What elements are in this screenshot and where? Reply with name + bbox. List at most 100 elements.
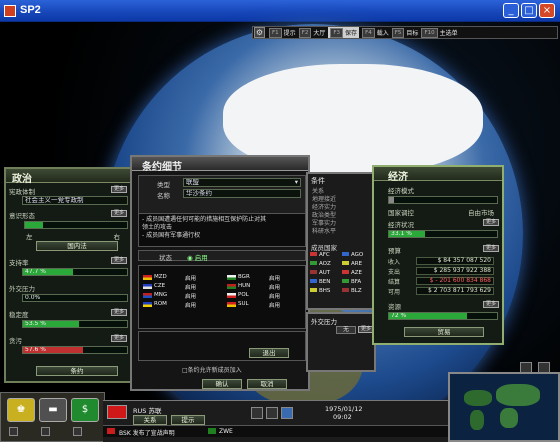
exit-treaty-button[interactable]: 退出 (249, 348, 289, 358)
military-toggle[interactable] (41, 427, 50, 436)
support-more-button[interactable]: 更多 (111, 257, 127, 264)
member-item[interactable]: MNG 启用 (143, 292, 221, 300)
minimap[interactable] (448, 362, 560, 442)
view-icon-2[interactable] (266, 407, 278, 419)
ticker-flag (107, 428, 115, 434)
country-code-grid[interactable]: AFC AGO AOZ ARE AUT AZE BEN BFA BHS BLZ (310, 252, 374, 306)
nation-name: 苏联 (148, 407, 162, 415)
allow-new-members-checkbox[interactable]: □条约允许新成员加入 (182, 365, 242, 374)
stability-more-button[interactable]: 更多 (111, 309, 127, 316)
politics-toggle[interactable] (9, 427, 18, 436)
title-bar: SP2 _ □ × (0, 0, 560, 22)
resources-more-button[interactable]: 更多 (483, 301, 499, 308)
diplo-pressure-panel: 外交压力 无 更多 (306, 312, 376, 372)
members-list[interactable]: MZD 启用 CZE 启用 MNG 启用 ROM 启用 BGR 启用 HUN 启用 POL 启用 SUL 启用 (138, 265, 306, 329)
confirm-button[interactable]: 确认 (202, 379, 242, 389)
member-status: 启用 (269, 285, 281, 291)
military-advisor-icon[interactable]: ▬ (39, 398, 67, 422)
treaty-status-radio[interactable]: ◉ 启用 (187, 252, 208, 262)
view-icon-1[interactable] (251, 407, 263, 419)
chevron-down-icon: ▾ (294, 178, 298, 186)
hotkey-save[interactable]: F3 保存 (328, 27, 360, 38)
system-value: 社会主义一党专政制 (22, 196, 128, 205)
econ-model-slider[interactable] (388, 196, 498, 204)
treaty-title: 条约细节 (142, 162, 182, 173)
hotkey-hint[interactable]: F1 提示 (269, 27, 296, 38)
hotkey-load[interactable]: F4 载入 (362, 27, 389, 38)
pressure-label: 外交压力 (9, 285, 35, 293)
ideology-slider[interactable] (24, 221, 128, 229)
ticker-flag-2 (208, 428, 216, 434)
country-code-item[interactable]: AZE (342, 270, 362, 276)
member-code: HUN (238, 283, 251, 289)
support-bar: 47.7 % (22, 268, 128, 276)
member-item[interactable]: MZD 启用 (143, 274, 221, 282)
econ-model-label: 经济模式 (388, 187, 414, 195)
country-flag-icon (342, 261, 349, 265)
member-item[interactable]: CZE 启用 (143, 283, 221, 291)
treaty-name-input[interactable]: 华沙条约 (183, 189, 301, 198)
hotkey-main-menu[interactable]: F10 主选单 (421, 27, 458, 38)
corruption-more-button[interactable]: 更多 (111, 335, 127, 342)
country-code-item[interactable]: AUT (310, 270, 330, 276)
country-code-item[interactable]: BFA (342, 279, 361, 285)
pressure-bar: 0.0% (22, 294, 128, 302)
member-item[interactable]: BGR 启用 (227, 274, 305, 282)
close-button[interactable]: × (539, 3, 555, 18)
country-code-item[interactable]: AGO (342, 252, 363, 258)
member-item[interactable]: HUN 启用 (227, 283, 305, 291)
econ-model-left: 国家调控 (388, 209, 414, 217)
treaty-type-select[interactable]: 联盟 ▾ (183, 178, 301, 187)
ideology-label: 意识形态 (9, 212, 35, 220)
system-more-button[interactable]: 更多 (111, 186, 127, 193)
econ-health-more-button[interactable]: 更多 (483, 219, 499, 226)
available-row: 可用 $ 2 703 871 793 629 (388, 287, 494, 296)
condition-item: 科研水平 (312, 228, 337, 235)
member-item[interactable]: SUL 启用 (227, 301, 305, 309)
country-code-item[interactable]: BHS (310, 288, 330, 294)
country-code-item[interactable]: BLZ (342, 288, 362, 294)
support-value: 47.7 % (25, 268, 46, 275)
country-flag-icon (310, 288, 317, 292)
balance-row: 结算 $ - 201 600 834 868 (388, 277, 494, 286)
hotkey-objectives[interactable]: F5 目标 (391, 27, 418, 38)
gear-icon[interactable]: ⚙ (254, 27, 265, 38)
politics-advisor-icon[interactable]: ♚ (7, 398, 35, 422)
member-status: 启用 (269, 294, 281, 300)
maximize-button[interactable]: □ (521, 3, 537, 18)
conditions-panel: 条件 关系 地理接近 经济实力 政治类型 军事实力 科研水平 成员国家 AFC AGO AOZ… (306, 172, 376, 310)
corruption-value: 57.6 % (25, 346, 46, 353)
minimap-btn-1[interactable] (520, 362, 532, 373)
trade-button[interactable]: 贸易 (404, 327, 484, 337)
cancel-button[interactable]: 取消 (247, 379, 287, 389)
member-item[interactable]: POL 启用 (227, 292, 305, 300)
ideology-more-button[interactable]: 更多 (111, 210, 127, 217)
country-code-item[interactable]: AOZ (310, 261, 331, 267)
budget-more-button[interactable]: 更多 (483, 245, 499, 252)
member-item[interactable]: ROM 启用 (143, 301, 221, 309)
member-code: MZD (154, 274, 167, 280)
minimize-button[interactable]: _ (503, 3, 519, 18)
resources-bar: 72 % (388, 312, 498, 320)
ideology-right: 右 (113, 233, 121, 241)
country-flag-icon (310, 261, 317, 265)
member-status: 启用 (185, 303, 197, 309)
country-code-item[interactable]: AFC (310, 252, 330, 258)
minimap-btn-2[interactable] (538, 362, 550, 373)
country-code-item[interactable]: BEN (310, 279, 330, 285)
member-flag-icon (227, 302, 236, 307)
nation-flag (107, 405, 127, 419)
resources-value: 72 % (391, 312, 407, 319)
mail-icon[interactable] (281, 407, 293, 419)
hints-button[interactable]: 提示 (171, 415, 205, 425)
relations-button[interactable]: 关系 (133, 415, 167, 425)
economy-toggle[interactable] (73, 427, 82, 436)
domestic-law-button[interactable]: 国内法 (36, 241, 118, 251)
country-code-item[interactable]: ARE (342, 261, 362, 267)
available-value: $ 2 703 871 793 629 (416, 287, 494, 295)
member-code: SUL (238, 301, 249, 307)
nation-bar: RUS 苏联 关系 提示 1975/01/12 09:02 BSK 发布了宣战声… (103, 400, 448, 442)
economy-advisor-icon[interactable]: $ (71, 398, 99, 422)
hotkey-lobby[interactable]: F2 大厅 (298, 27, 325, 38)
treaty-button[interactable]: 条约 (36, 366, 118, 376)
